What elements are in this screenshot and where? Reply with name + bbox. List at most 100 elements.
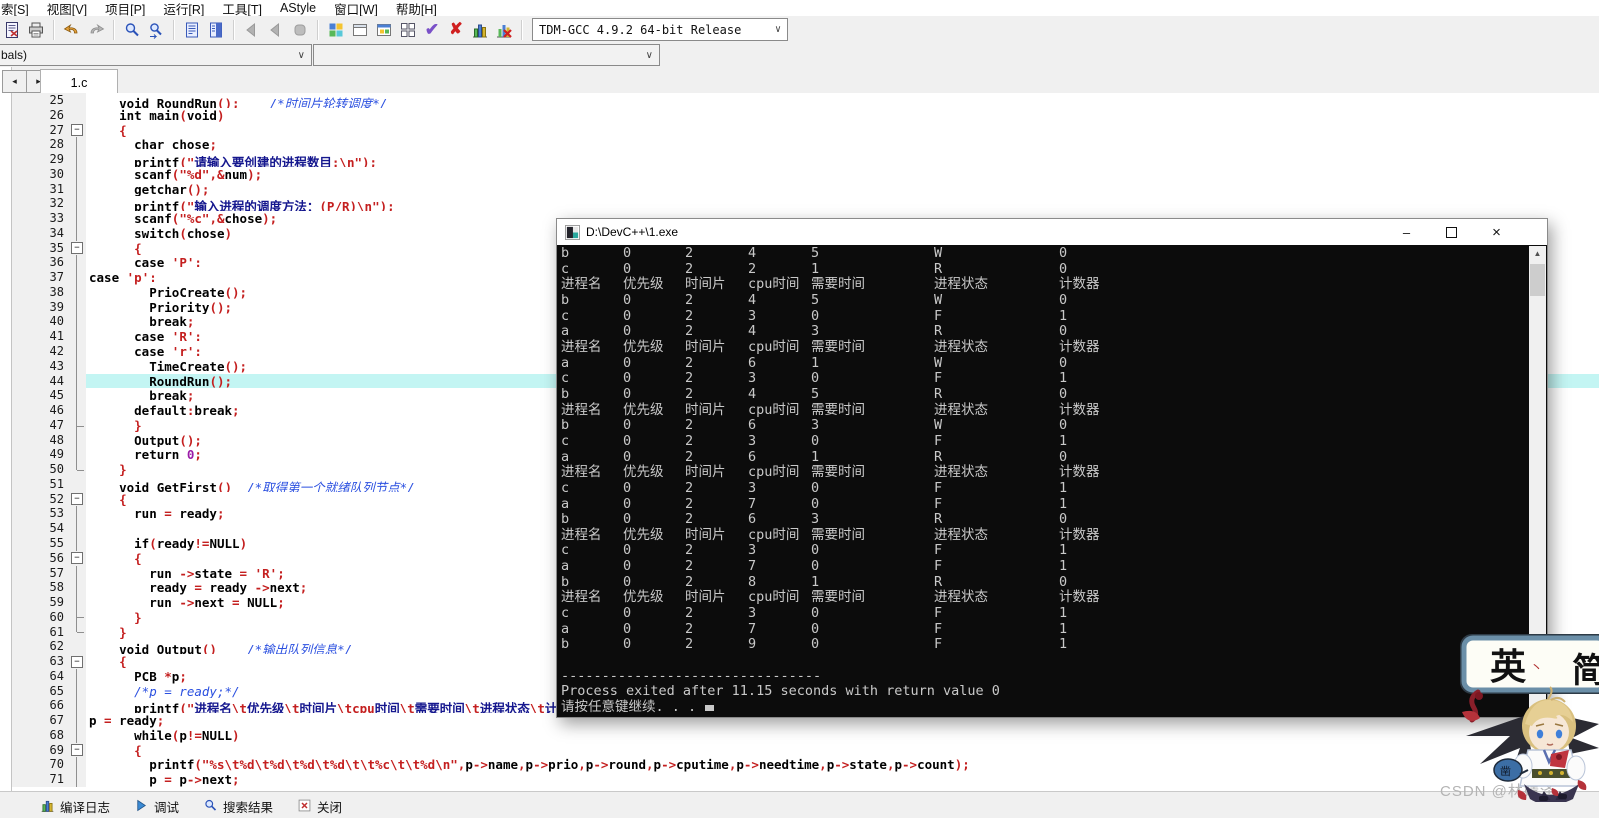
report-tab-编译日志[interactable]: 编译日志 [28, 795, 122, 818]
gutter[interactable]: 52 [12, 491, 86, 507]
gutter[interactable]: 47 [12, 417, 86, 433]
profile-delete-button[interactable] [492, 18, 516, 42]
syntax-check-button[interactable]: ✔ [420, 18, 444, 42]
globals-combo[interactable]: bals) ∨ [0, 44, 312, 66]
gutter[interactable]: 50 [12, 462, 86, 477]
code-line-70[interactable]: 70 printf("%s\t%d\t%d\t%d\t%d\t\t%c\t\t%… [12, 757, 1599, 773]
profile-button[interactable] [468, 18, 492, 42]
gutter[interactable]: 43 [12, 358, 86, 374]
tab-scroll-left-button[interactable]: ◂ [2, 70, 27, 93]
gutter[interactable]: 48 [12, 432, 86, 448]
gutter[interactable]: 60 [12, 609, 86, 625]
members-combo[interactable]: ∨ [313, 44, 660, 66]
gutter[interactable]: 29 [12, 152, 86, 167]
gutter[interactable]: 62 [12, 639, 86, 655]
compile-button[interactable] [324, 18, 348, 42]
code-line-71[interactable]: 71 p = p->next; [12, 772, 1599, 787]
code-line-30[interactable]: 30 scanf("%d",&num); [12, 166, 1599, 182]
gutter[interactable]: 57 [12, 565, 86, 581]
compiler-profile-combo[interactable]: TDM-GCC 4.9.2 64-bit Release ∨ [532, 18, 788, 41]
code-line-31[interactable]: 31 getchar(); [12, 181, 1599, 197]
fold-collapse-icon[interactable] [69, 743, 86, 758]
gutter[interactable]: 65 [12, 683, 86, 699]
gutter[interactable]: 42 [12, 344, 86, 359]
bookmark-button[interactable] [204, 18, 228, 42]
fold-collapse-icon[interactable] [69, 241, 86, 256]
gutter[interactable]: 27 [12, 122, 86, 138]
gutter[interactable]: 68 [12, 727, 86, 743]
gutter[interactable]: 53 [12, 506, 86, 522]
print-button[interactable] [24, 18, 48, 42]
gutter[interactable]: 55 [12, 535, 86, 551]
gutter[interactable]: 59 [12, 595, 86, 610]
compile-run-button[interactable] [372, 18, 396, 42]
gutter[interactable]: 46 [12, 403, 86, 418]
code-line-32[interactable]: 32 printf("输入进程的调度方法：(P/R)\n"); [12, 196, 1599, 212]
code-text: while(p!=NULL) [134, 727, 240, 743]
gutter[interactable]: 28 [12, 137, 86, 153]
gutter[interactable]: 39 [12, 299, 86, 315]
find-button[interactable] [120, 18, 144, 42]
gutter[interactable]: 30 [12, 166, 86, 182]
gutter[interactable]: 54 [12, 521, 86, 536]
rebuild-all-button[interactable] [396, 18, 420, 42]
gutter[interactable]: 37 [12, 270, 86, 285]
gutter[interactable]: 49 [12, 447, 86, 463]
gutter[interactable]: 70 [12, 757, 86, 773]
gutter[interactable]: 31 [12, 181, 86, 197]
report-tab-调试[interactable]: 调试 [122, 795, 191, 818]
gutter[interactable]: 38 [12, 284, 86, 300]
tab-1c[interactable]: 1.c [40, 69, 118, 95]
fold-collapse-icon[interactable] [69, 654, 86, 669]
code-line-68[interactable]: 68 while(p!=NULL) [12, 727, 1599, 743]
gutter[interactable]: 35 [12, 240, 86, 256]
open-project-button[interactable] [0, 18, 24, 42]
gutter[interactable]: 44 [12, 373, 86, 389]
fold-collapse-icon[interactable] [69, 492, 86, 507]
gutter[interactable]: 64 [12, 668, 86, 684]
code-line-25[interactable]: 25 void RoundRun(); /*时间片轮转调度*/ [12, 93, 1599, 108]
fold-collapse-icon[interactable] [69, 123, 86, 138]
menu-item-5[interactable]: AStyle [271, 0, 325, 16]
gutter[interactable]: 67 [12, 713, 86, 728]
close-icon[interactable]: × [1474, 219, 1519, 245]
gutter[interactable]: 66 [12, 698, 86, 714]
gutter[interactable]: 58 [12, 580, 86, 596]
code-line-27[interactable]: 27 { [12, 122, 1599, 138]
gutter[interactable]: 69 [12, 742, 86, 758]
gutter[interactable]: 51 [12, 476, 86, 492]
gutter[interactable]: 25 [12, 93, 86, 108]
code-line-29[interactable]: 29 printf("请输入要创建的进程数目:\n"); [12, 152, 1599, 167]
console-title-bar[interactable]: D:\DevC++\1.exe – × [557, 219, 1547, 245]
scrollbar-thumb[interactable] [1530, 264, 1545, 296]
run-button[interactable] [348, 18, 372, 42]
goto-line-button[interactable] [180, 18, 204, 42]
gutter[interactable]: 32 [12, 196, 86, 212]
gutter[interactable]: 71 [12, 772, 86, 787]
gutter[interactable]: 36 [12, 255, 86, 271]
redo-button[interactable] [84, 18, 108, 42]
gutter[interactable]: 26 [12, 107, 86, 123]
line-number: 53 [49, 506, 64, 521]
maximize-icon[interactable] [1429, 219, 1474, 245]
code-line-26[interactable]: 26 int main(void) [12, 107, 1599, 123]
fold-guide [69, 255, 86, 270]
minimize-icon[interactable]: – [1384, 219, 1429, 245]
gutter[interactable]: 41 [12, 329, 86, 345]
fold-collapse-icon[interactable] [69, 551, 86, 566]
stop-execution-button[interactable]: ✘ [444, 18, 468, 42]
undo-button[interactable] [60, 18, 84, 42]
gutter[interactable]: 40 [12, 314, 86, 330]
code-line-69[interactable]: 69 { [12, 742, 1599, 758]
find-next-button[interactable] [144, 18, 168, 42]
gutter[interactable]: 33 [12, 211, 86, 226]
report-tab-关闭[interactable]: 关闭 [285, 795, 354, 818]
gutter[interactable]: 45 [12, 388, 86, 404]
gutter[interactable]: 63 [12, 654, 86, 669]
code-line-28[interactable]: 28 char chose; [12, 137, 1599, 153]
scroll-up-icon[interactable]: ▲ [1529, 246, 1546, 262]
gutter[interactable]: 56 [12, 550, 86, 566]
gutter[interactable]: 61 [12, 624, 86, 640]
report-tab-搜索结果[interactable]: 搜索结果 [191, 795, 285, 818]
gutter[interactable]: 34 [12, 225, 86, 241]
